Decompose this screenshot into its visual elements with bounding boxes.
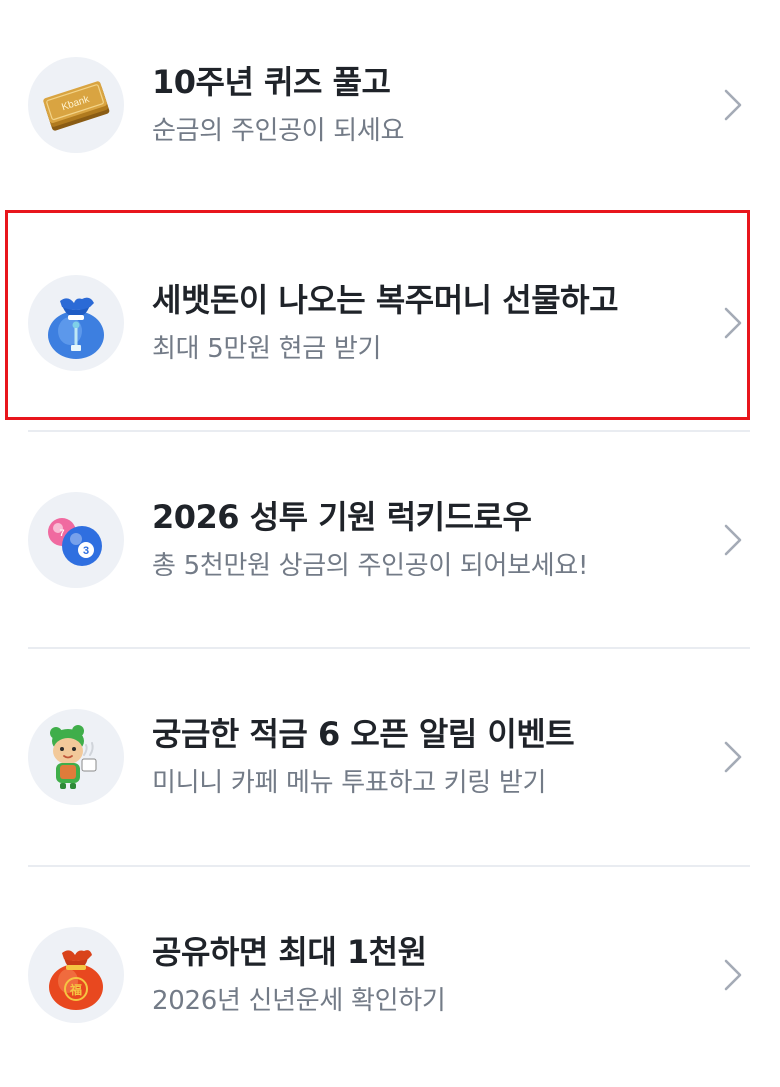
chevron-right-icon [724,89,742,121]
event-item-lucky-draw[interactable]: 7 3 2026 성투 기원 럭키드로우 총 5천만원 상금의 주인공이 되어보… [28,465,750,615]
event-title: 공유하면 최대 1천원 [152,933,427,971]
chevron-right-icon [724,524,742,556]
svg-text:3: 3 [83,545,89,557]
event-title: 10주년 퀴즈 풀고 [152,63,391,101]
event-subtitle: 2026년 신년운세 확인하기 [152,986,446,1016]
fortune-bag-icon: 福 [49,950,103,1010]
avatar [28,275,124,371]
event-title: 2026 성투 기원 럭키드로우 [152,498,532,536]
svg-text:福: 福 [69,982,82,997]
event-subtitle: 순금의 주인공이 되세요 [152,116,405,146]
event-item-quiz[interactable]: Kbank 10주년 퀴즈 풀고 순금의 주인공이 되세요 [28,30,750,180]
event-item-lucky-pouch[interactable]: 세뱃돈이 나오는 복주머니 선물하고 최대 5만원 현금 받기 [28,248,750,398]
event-item-savings-alert[interactable]: 궁금한 적금 6 오픈 알림 이벤트 미니니 카페 메뉴 투표하고 키링 받기 [28,682,750,832]
gold-ticket-icon: Kbank [43,81,110,131]
avatar: Kbank [28,57,124,153]
event-subtitle: 미니니 카페 메뉴 투표하고 키링 받기 [152,768,547,798]
avatar [28,709,124,805]
avatar: 7 3 [28,492,124,588]
event-item-fortune-share[interactable]: 福 공유하면 최대 1천원 2026년 신년운세 확인하기 [28,900,750,1050]
event-title: 세뱃돈이 나오는 복주머니 선물하고 [152,281,619,319]
event-list: Kbank 10주년 퀴즈 풀고 순금의 주인공이 되세요 세뱃돈이 나오는 복… [0,0,780,1087]
chevron-right-icon [724,307,742,339]
chevron-right-icon [724,741,742,773]
chevron-right-icon [724,959,742,991]
divider [28,430,750,432]
lottery-balls-icon: 7 3 [48,518,102,566]
event-subtitle: 최대 5만원 현금 받기 [152,334,382,364]
lucky-pouch-icon [48,297,104,359]
minini-character-icon [50,725,97,789]
event-subtitle: 총 5천만원 상금의 주인공이 되어보세요! [152,551,589,581]
avatar: 福 [28,927,124,1023]
svg-text:7: 7 [59,528,64,538]
event-title: 궁금한 적금 6 오픈 알림 이벤트 [152,715,575,753]
divider [28,865,750,867]
divider [28,647,750,649]
